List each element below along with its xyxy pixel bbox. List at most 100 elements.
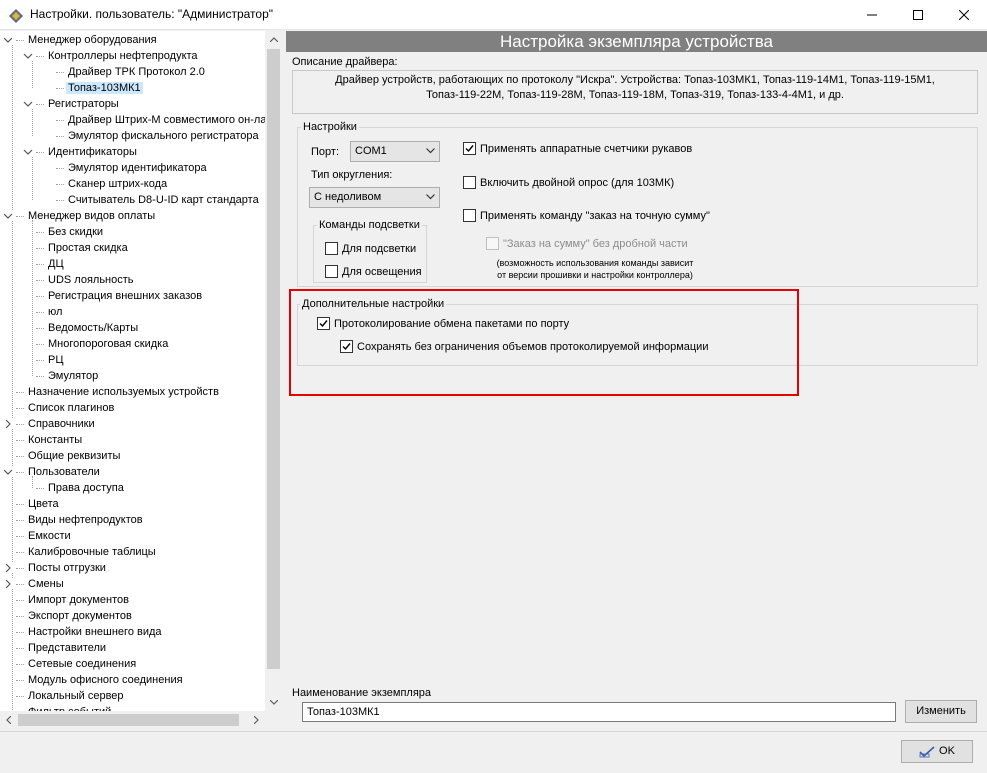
tree-item[interactable]: Эмулятор идентификатора [66,160,209,176]
tree-item[interactable]: Без скидки [46,224,105,240]
tree-collapsed-icon[interactable] [3,579,13,589]
rounding-select[interactable]: С недоливом [309,187,440,208]
tree-vertical-scrollbar[interactable] [265,31,282,711]
tree-connector [36,312,44,313]
tree-item[interactable]: Емкости [26,528,73,544]
double-poll-checkbox[interactable] [463,176,476,189]
tree-item[interactable]: Калибровочные таблицы [26,544,158,560]
tree-item[interactable]: Посты отгрузки [26,560,108,576]
tree-item-label: Эмулятор идентификатора [68,162,207,174]
scroll-left-button[interactable] [0,711,17,729]
backlight-group-title: Команды подсветки [317,219,422,231]
hw-counters-checkbox[interactable] [463,142,476,155]
tree-expanded-icon[interactable] [23,51,33,61]
tree-item[interactable]: Простая скидка [46,240,130,256]
ok-button[interactable]: OK [901,740,973,763]
hscroll-thumb[interactable] [18,714,239,726]
lighting-checkbox-label: Для освещения [342,266,422,278]
tree-item[interactable]: Менеджер видов оплаты [26,208,157,224]
tree-item[interactable]: Пользователи [26,464,102,480]
tree-item[interactable]: Модуль офисного соединения [26,672,185,688]
sum-no-fraction-checkbox[interactable] [486,237,499,250]
minimize-button[interactable] [849,0,895,30]
scroll-up-button[interactable] [265,31,282,48]
instance-name-input[interactable] [302,702,896,722]
tree-item[interactable]: Виды нефтепродуктов [26,512,145,528]
tree-connector [56,168,64,169]
backlight-checkbox[interactable] [325,242,338,255]
tree-item[interactable]: Менеджер оборудования [26,32,159,48]
tree-expanded-icon[interactable] [3,35,13,45]
tree-item[interactable]: Локальный сервер [26,688,126,704]
tree-item[interactable]: Общие реквизиты [26,448,122,464]
tree-item[interactable]: РЦ [46,352,65,368]
tree-collapsed-icon[interactable] [3,563,13,573]
rounding-label: Тип округления: [311,169,393,181]
scroll-down-button[interactable] [265,694,282,711]
tree-item[interactable]: Цвета [26,496,61,512]
tree-item[interactable]: Топаз-103МК1 [66,80,143,96]
tree-item[interactable]: Регистраторы [46,96,121,112]
chevron-down-icon [269,700,278,705]
tree-item-label: Эмулятор [48,370,99,382]
tree-item[interactable]: Экспорт документов [26,608,134,624]
chevron-left-icon [6,716,11,724]
exact-sum-note-line-2: от версии прошивки и настройки контролле… [497,270,693,280]
tree-item[interactable]: Многопороговая скидка [46,336,170,352]
tree-item[interactable]: Назначение используемых устройств [26,384,221,400]
tree-expanded-icon[interactable] [3,467,13,477]
tree-item[interactable]: Фильтр событий [26,704,113,711]
tree-item-label: Виды нефтепродуктов [28,514,143,526]
tree-item[interactable]: Настройки внешнего вида [26,624,164,640]
tree-item[interactable]: Права доступа [46,480,126,496]
tree-item[interactable]: Драйвер ТРК Протокол 2.0 [66,64,207,80]
tree-item[interactable]: Импорт документов [26,592,131,608]
tree-item[interactable]: Представители [26,640,108,656]
tree-item-label: Пользователи [28,466,100,478]
tree-item[interactable]: Список плагинов [26,400,116,416]
tree-expanded-icon[interactable] [23,147,33,157]
tree-item[interactable]: Регистрация внешних заказов [46,288,204,304]
tree-connector [36,104,44,105]
port-select[interactable]: COM1 [350,141,440,162]
tree-item[interactable]: Сканер штрих-кода [66,176,169,192]
tree-item[interactable]: Идентификаторы [46,144,139,160]
tree-connector [16,520,24,521]
tree-horizontal-scrollbar[interactable] [0,711,265,729]
tree-item[interactable]: Драйвер Штрих-М совместимого он-лай [66,112,265,128]
tree-item-label: Многопороговая скидка [48,338,169,350]
close-button[interactable] [941,0,987,30]
tree-item[interactable]: Ведомость/Карты [46,320,140,336]
checkmark-icon [465,145,474,153]
tree-guide-line [32,108,33,136]
tree-expanded-icon[interactable] [3,211,13,221]
lighting-checkbox[interactable] [325,265,338,278]
tree-item[interactable]: Эмулятор [46,368,100,384]
tree-item[interactable]: Справочники [26,416,97,432]
tree-item-label: Посты отгрузки [28,562,106,574]
tree-connector [16,536,24,537]
tree-item[interactable]: ДЦ [46,256,66,272]
tree-item[interactable]: Сетевые соединения [26,656,138,672]
tree-item[interactable]: Константы [26,432,84,448]
tree-items: Менеджер оборудования Контроллеры нефтепр… [0,31,265,711]
maximize-button[interactable] [895,0,941,30]
tree-item-label: Считыватель D8-U-ID карт стандарта [68,194,259,206]
tree-item[interactable]: Эмулятор фискального регистратора [66,128,261,144]
tree-item[interactable]: Смены [26,576,66,592]
scroll-right-button[interactable] [248,711,265,729]
rounding-select-value: С недоливом [314,191,382,203]
tree-item[interactable]: Считыватель D8-U-ID карт стандарта [66,192,261,208]
tree-item-label: Импорт документов [28,594,129,606]
tree-item[interactable]: UDS лояльность [46,272,136,288]
minimize-icon [867,14,877,16]
change-button[interactable]: Изменить [905,700,977,723]
tree-expanded-icon[interactable] [23,99,33,109]
scroll-thumb[interactable] [267,49,280,669]
tree-connector [36,376,44,377]
exact-sum-checkbox[interactable] [463,209,476,222]
tree-collapsed-icon[interactable] [3,419,13,429]
tree-item[interactable]: Контроллеры нефтепродукта [46,48,200,64]
tree-item[interactable]: юл [46,304,64,320]
dialog-footer: OK [0,731,987,773]
